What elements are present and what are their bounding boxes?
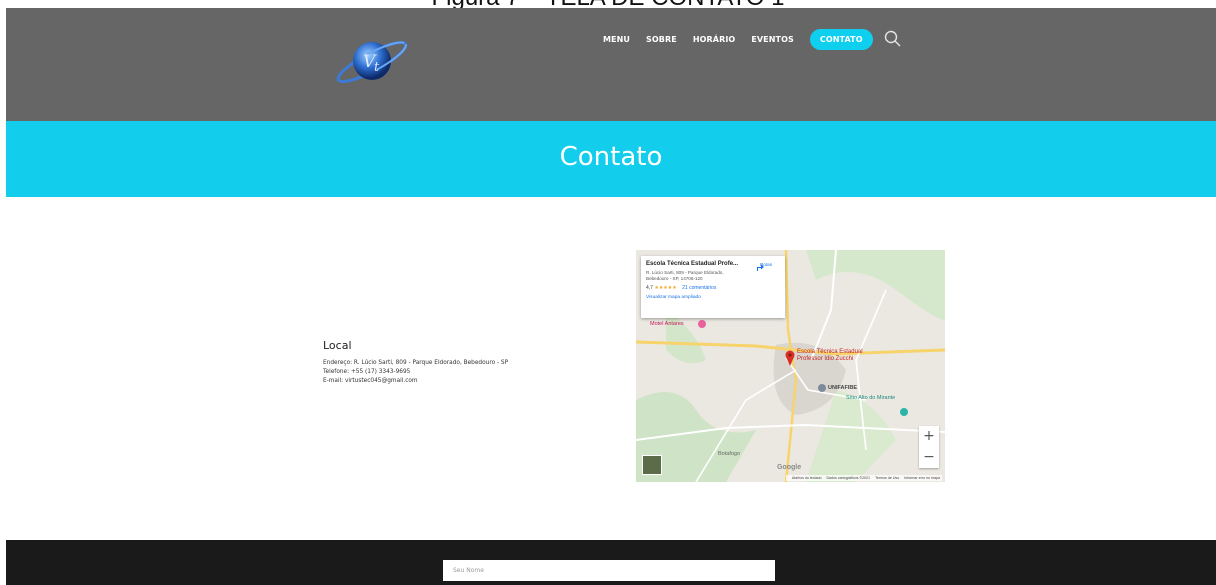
place-sitio-alto[interactable]: Sítio Alto do Mirante [846, 395, 895, 401]
satellite-toggle[interactable] [642, 455, 662, 475]
svg-text:t: t [374, 60, 380, 75]
address-text: Endereço: R. Lúcio Sarti, 809 - Parque E… [323, 360, 509, 366]
nav-contato[interactable]: CONTATO [809, 28, 873, 50]
zoom-control: + − [919, 426, 939, 468]
embedded-map[interactable]: Escola Técnica Estadual Profe... R. Lúci… [636, 250, 945, 482]
rating-stars-icon: ★★★★★ [654, 285, 677, 291]
pin-label: Escola Técnica Estadual Professor Idio Z… [797, 349, 863, 363]
location-info: Local Endereço: R. Lúcio Sarti, 809 - Pa… [323, 339, 583, 386]
name-input[interactable] [443, 560, 775, 581]
google-logo: Google [777, 464, 802, 471]
place-motel-antares[interactable]: Motel Antares [650, 321, 684, 327]
search-icon[interactable] [883, 29, 903, 49]
page: Figura 7 – TELA DE CONTATO 1 V t MENU SO… [0, 0, 1216, 585]
site-header: V t MENU SOBRE HORÁRIO EVENTOS CONTATO [6, 8, 1216, 121]
phone-text: Telefone: +55 (17) 3343-9695 [323, 369, 411, 375]
pin-label-line1: Escola Técnica Estadual [797, 349, 863, 355]
enlarged-map-link[interactable]: Visualizar mapa ampliado [646, 295, 780, 300]
map-data-text: Dados cartográficos ©2021 [826, 476, 871, 480]
place-rating: 4,7 ★★★★★ 21 comentários [646, 285, 780, 291]
nav-menu[interactable]: MENU [603, 35, 630, 44]
email-text: E-mail: virtustec045@gmail.com [323, 378, 418, 384]
directions-icon [757, 264, 764, 271]
map-attribution: Atalhos do teclado Dados cartográficos ©… [785, 475, 942, 481]
site-footer [6, 540, 1216, 585]
place-card: Escola Técnica Estadual Profe... R. Lúci… [641, 256, 785, 318]
zoom-out-button[interactable]: − [919, 447, 939, 468]
page-title: Contato [559, 142, 663, 172]
keyboard-shortcuts-link[interactable]: Atalhos do teclado [792, 476, 822, 480]
report-error-link[interactable]: Informar erro no mapa [904, 476, 940, 480]
nav-sobre[interactable]: SOBRE [646, 35, 677, 44]
place-unifafibe[interactable]: UNIFAFIBE [828, 385, 857, 391]
page-banner: Contato [6, 121, 1216, 197]
nav-horario[interactable]: HORÁRIO [693, 35, 736, 44]
zoom-in-button[interactable]: + [919, 426, 939, 447]
rating-value: 4,7 [646, 285, 653, 291]
location-heading: Local [323, 339, 352, 352]
reviews-link[interactable]: 21 comentários [682, 285, 716, 291]
place-address: R. Lúcio Sarti, 809 - Parque Eldorado, B… [646, 270, 724, 281]
terms-link[interactable]: Termos de Uso [875, 476, 899, 480]
pin-label-line2: Professor Idio Zucchi [797, 356, 854, 362]
main-nav: MENU SOBRE HORÁRIO EVENTOS CONTATO [603, 28, 903, 50]
site-logo[interactable]: V t [331, 32, 413, 88]
nav-eventos[interactable]: EVENTOS [751, 35, 794, 44]
routes-button[interactable]: Rotas [755, 262, 777, 271]
place-botafogo: Botafogo [718, 451, 741, 457]
